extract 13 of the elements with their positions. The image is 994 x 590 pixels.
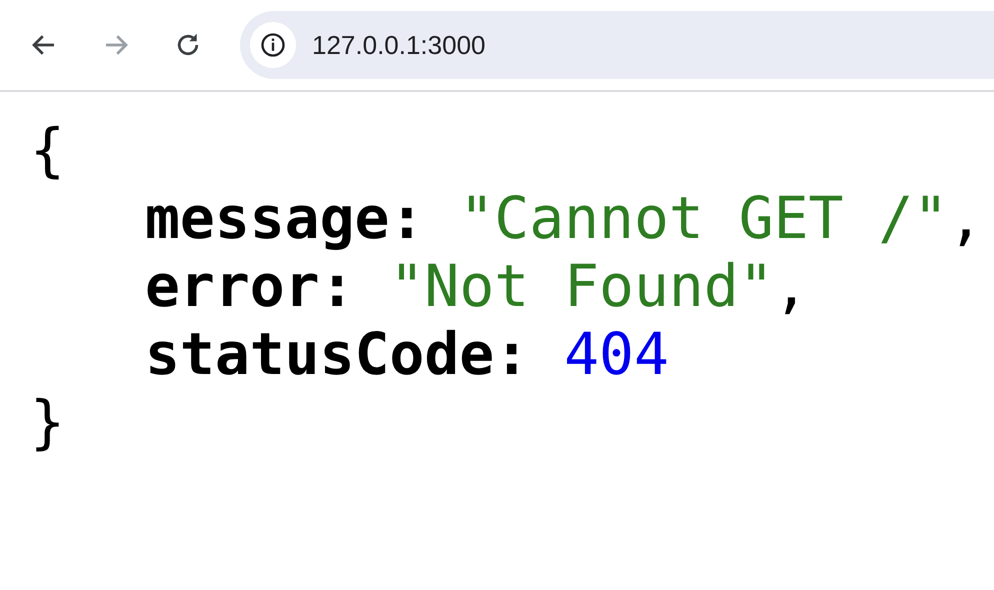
url-text: 127.0.0.1:3000 (312, 30, 486, 60)
address-bar[interactable]: 127.0.0.1:3000 (240, 11, 994, 79)
json-number: 404 (564, 320, 669, 388)
json-string: "Not Found" (390, 252, 774, 320)
comma: , (948, 184, 984, 252)
json-key: error: (145, 252, 355, 320)
close-brace: } (30, 388, 65, 456)
json-string: "Cannot GET /" (459, 184, 948, 252)
comma: , (774, 252, 809, 320)
open-brace: { (30, 116, 65, 184)
json-key: statusCode: (145, 320, 530, 388)
json-key: message: (145, 184, 424, 252)
info-icon[interactable] (250, 22, 296, 68)
